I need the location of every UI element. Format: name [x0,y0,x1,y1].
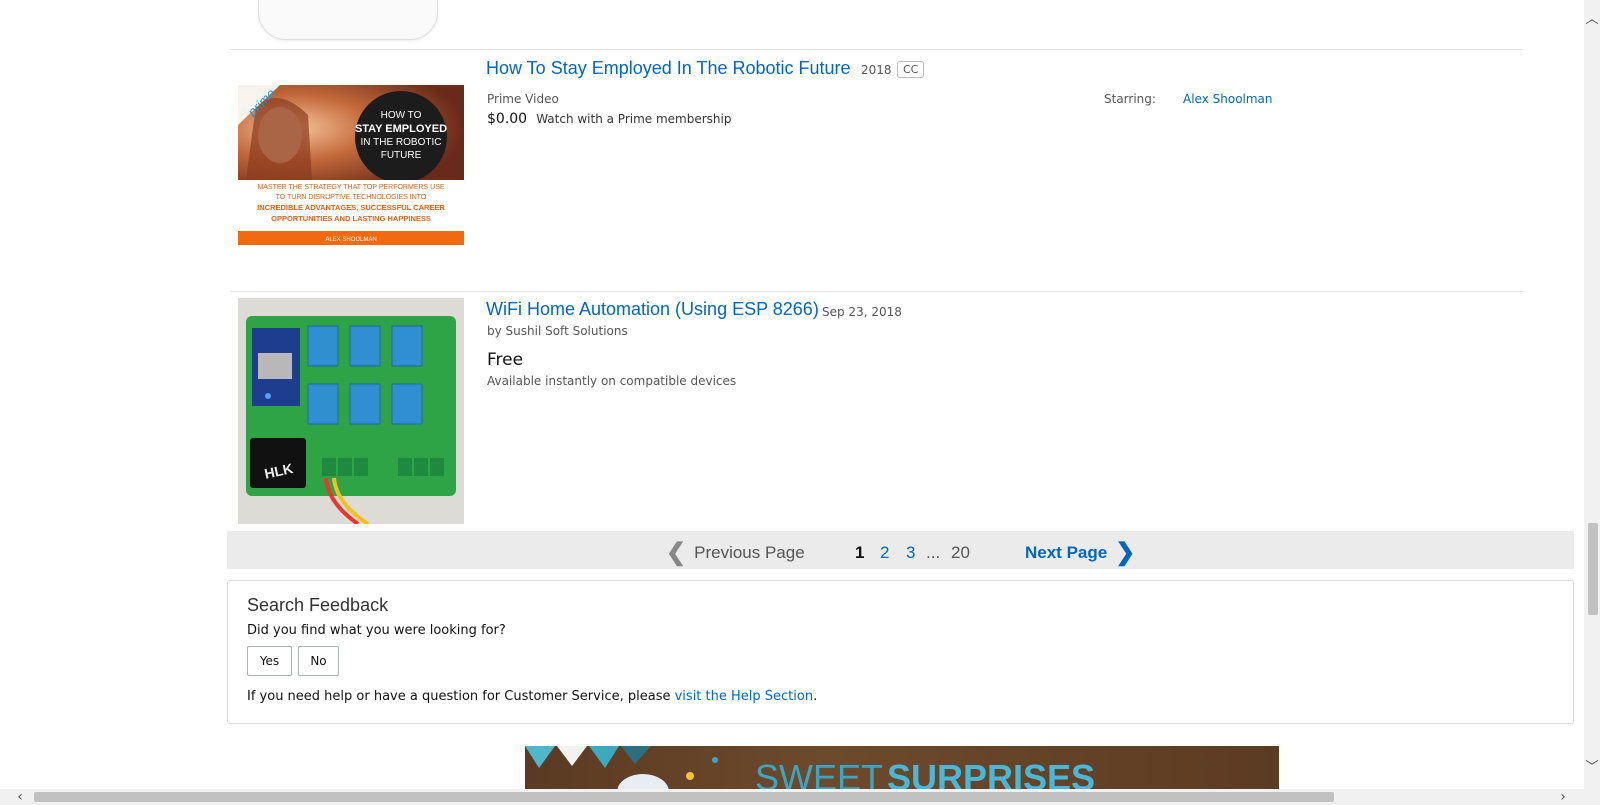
pagination-bar [227,531,1574,569]
previous-page-label: Previous Page [694,542,805,562]
chevron-left-icon: ❮ [666,539,687,566]
result-divider [230,291,1523,292]
result-title-link[interactable]: How To Stay Employed In The Robotic Futu… [486,58,851,78]
format-label: Prime Video [487,92,559,106]
thumb-title-line: HOW TO [381,110,422,121]
chevron-right-icon: ❯ [1115,539,1136,566]
price: Free [487,350,524,370]
thumb-tagline: INCREDIBLE ADVANTAGES, SUCCESSFUL CAREER [257,203,445,212]
thumb-author: ALEX SHOOLMAN [325,237,376,243]
page-1-current: 1 [855,543,865,562]
banner-word-surprises: SURPRISES [887,757,1095,792]
next-page-label: Next Page [1025,542,1108,562]
vertical-scrollbar-thumb[interactable] [1588,523,1598,615]
price-note: Watch with a Prime membership [536,112,732,126]
feedback-question: Did you find what you were looking for? [247,623,506,638]
starring-label: Starring: [1104,92,1156,106]
result-thumbnail-wifi-automation[interactable]: HLK [238,298,464,524]
sweet-surprises-banner[interactable]: SWEET SURPRISES [525,746,1279,792]
price: $0.00 [487,111,528,127]
availability-note: Available instantly on compatible device… [487,374,737,388]
feedback-yes-button[interactable]: Yes [247,646,292,676]
banner-word-sweet: SWEET [755,757,883,792]
feedback-title: Search Feedback [247,595,389,615]
help-text-prefix: If you need help or have a question for … [247,689,675,704]
vertical-scrollbar[interactable] [1584,0,1600,789]
scroll-right-icon[interactable]: › [1555,789,1571,805]
closed-caption-badge: CC [897,61,925,78]
thumb-tagline: MASTER THE STRATEGY THAT TOP PERFORMERS … [257,184,444,191]
horizontal-scrollbar-thumb[interactable] [34,792,1334,802]
thumb-title-line: STAY EMPLOYED [355,123,447,135]
release-year: 2018 [861,63,892,77]
page-2-link[interactable]: 2 [880,543,889,563]
previous-page-button[interactable]: ❮ Previous Page [666,538,805,567]
help-text-suffix: . [813,689,818,704]
previous-result-thumbnail[interactable] [258,0,438,40]
release-date: Sep 23, 2018 [822,305,902,319]
thumb-tagline: TO TURN DISRUPTIVE TECHNOLOGIES INTO [276,194,427,201]
next-page-button[interactable]: Next Page ❯ [1025,538,1135,567]
scroll-down-icon[interactable]: ﹀ [1584,760,1600,776]
page-3-link[interactable]: 3 [906,543,915,563]
help-section-link[interactable]: visit the Help Section [675,689,813,704]
help-text: If you need help or have a question for … [247,689,817,704]
thumb-tagline: OPPORTUNITIES AND LASTING HAPPINESS [271,214,431,223]
scroll-left-icon[interactable]: ‹ [12,789,28,805]
result-divider [230,49,1523,50]
pagination-ellipsis: ... [926,543,941,562]
thumb-title-line: IN THE ROBOTIC [361,137,442,148]
thumb-title-line: FUTURE [381,150,422,161]
scroll-up-icon[interactable]: ︿ [1584,12,1600,28]
starring-name-link[interactable]: Alex Shoolman [1183,92,1273,106]
byline: by Sushil Soft Solutions [487,324,628,338]
feedback-no-button[interactable]: No [298,646,339,676]
result-thumbnail-robotic-future[interactable]: HOW TO STAY EMPLOYED IN THE ROBOTIC FUTU… [238,85,464,245]
page-20: 20 [951,543,970,562]
result-title-link[interactable]: WiFi Home Automation (Using ESP 8266) [486,299,819,319]
